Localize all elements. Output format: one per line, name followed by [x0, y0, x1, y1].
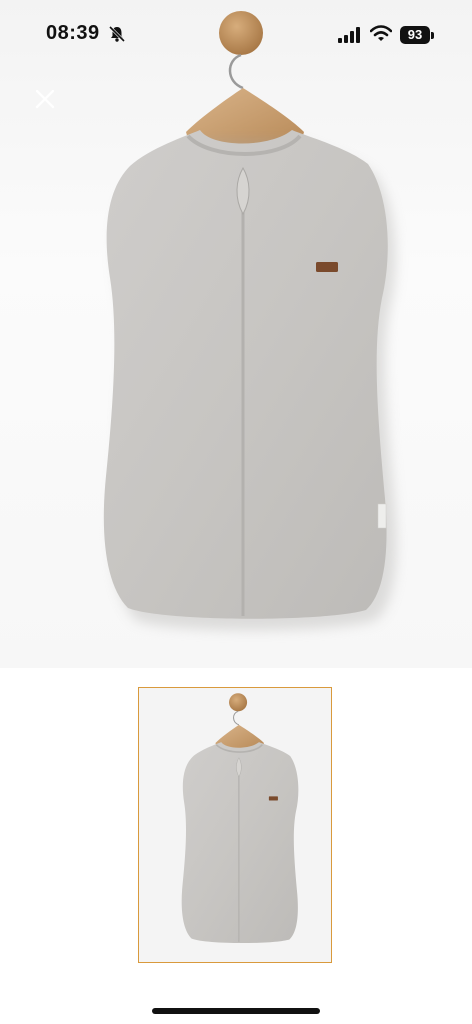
bell-muted-icon [108, 25, 126, 43]
thumbnail-selected[interactable] [138, 687, 332, 963]
close-icon[interactable] [30, 84, 60, 114]
cellular-signal-icon [338, 27, 360, 43]
home-indicator[interactable] [152, 1008, 320, 1014]
product-image-viewer[interactable]: 08:39 93 [0, 0, 472, 668]
product-photo [103, 11, 397, 631]
brand-label [316, 262, 338, 272]
battery-tip [431, 32, 434, 39]
side-tag [377, 503, 387, 529]
wifi-icon [370, 25, 392, 41]
status-bar: 08:39 93 [0, 0, 472, 70]
thumbnail-product-photo [139, 688, 331, 962]
status-time: 08:39 [46, 22, 100, 44]
battery-indicator: 93 [400, 26, 430, 44]
